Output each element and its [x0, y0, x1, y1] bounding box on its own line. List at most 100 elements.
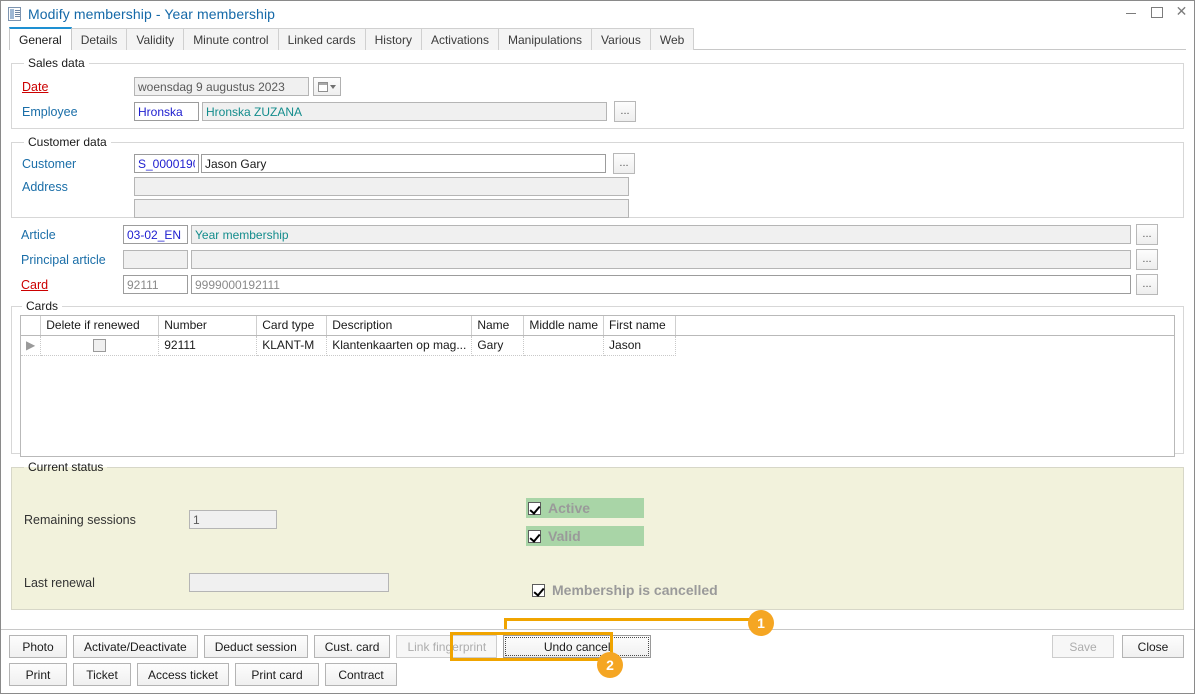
cell-card-type: KLANT-M	[257, 335, 327, 355]
col-filler	[676, 316, 1174, 335]
document-icon	[8, 7, 21, 21]
principal-code-input[interactable]	[123, 250, 188, 269]
principal-browse-button[interactable]: ...	[1136, 249, 1158, 270]
deduct-session-button[interactable]: Deduct session	[204, 635, 308, 658]
contract-button[interactable]: Contract	[325, 663, 397, 686]
card-browse-button[interactable]: ...	[1136, 274, 1158, 295]
sales-data-legend: Sales data	[24, 56, 89, 70]
print-card-button[interactable]: Print card	[235, 663, 319, 686]
employee-label[interactable]: Employee	[22, 105, 134, 119]
last-renewal-input[interactable]	[189, 573, 389, 592]
tab-manipulations[interactable]: Manipulations	[498, 28, 592, 50]
current-status-group: Current status Remaining sessions Last r…	[11, 460, 1184, 610]
tab-validity[interactable]: Validity	[126, 28, 184, 50]
valid-label: Valid	[548, 528, 581, 544]
cards-grid[interactable]: Delete if renewed Number Card type Descr…	[20, 315, 1175, 457]
col-delete-if-renewed[interactable]: Delete if renewed	[41, 316, 159, 335]
col-number[interactable]: Number	[159, 316, 257, 335]
col-first-name[interactable]: First name	[604, 316, 676, 335]
col-description[interactable]: Description	[327, 316, 472, 335]
tab-label: Details	[81, 33, 118, 47]
tab-label: Manipulations	[508, 33, 582, 47]
employee-name-input[interactable]	[202, 102, 607, 121]
close-button[interactable]: Close	[1122, 635, 1184, 658]
date-input[interactable]	[134, 77, 309, 96]
tab-bar: General Details Validity Minute control …	[1, 27, 1194, 50]
cell-delete-if-renewed[interactable]	[41, 335, 159, 355]
valid-checkbox[interactable]	[528, 530, 541, 543]
customer-browse-button[interactable]: ...	[613, 153, 635, 174]
date-picker-button[interactable]	[313, 77, 341, 96]
col-middle-name[interactable]: Middle name	[524, 316, 604, 335]
tab-label: Minute control	[193, 33, 268, 47]
table-header-row: Delete if renewed Number Card type Descr…	[21, 316, 1174, 335]
card-code-input[interactable]	[123, 275, 188, 294]
membership-is-cancelled-flag[interactable]: Membership is cancelled	[526, 578, 774, 602]
tab-activations[interactable]: Activations	[421, 28, 499, 50]
close-icon[interactable]: ✕	[1175, 5, 1188, 18]
valid-flag[interactable]: Valid	[526, 526, 644, 546]
active-flag[interactable]: Active	[526, 498, 644, 518]
date-label[interactable]: Date	[22, 80, 134, 94]
article-code-input[interactable]	[123, 225, 188, 244]
customer-label[interactable]: Customer	[22, 157, 134, 171]
cards-legend: Cards	[22, 299, 62, 313]
access-ticket-button[interactable]: Access ticket	[137, 663, 229, 686]
cust-card-button[interactable]: Cust. card	[314, 635, 391, 658]
delete-if-renewed-checkbox[interactable]	[93, 339, 106, 352]
card-number-input[interactable]	[191, 275, 1131, 294]
minimize-icon[interactable]	[1125, 5, 1138, 18]
tab-minute-control[interactable]: Minute control	[183, 28, 278, 50]
maximize-icon[interactable]	[1150, 5, 1163, 18]
employee-code-input[interactable]	[134, 102, 199, 121]
photo-button[interactable]: Photo	[9, 635, 67, 658]
window-controls: ✕	[1125, 5, 1188, 18]
save-button: Save	[1052, 635, 1114, 658]
footer-right-buttons: Save Close	[1044, 635, 1184, 658]
tab-various[interactable]: Various	[591, 28, 651, 50]
activate-deactivate-button[interactable]: Activate/Deactivate	[73, 635, 198, 658]
cell-middle-name	[524, 335, 604, 355]
active-checkbox[interactable]	[528, 502, 541, 515]
col-name[interactable]: Name	[472, 316, 524, 335]
print-button[interactable]: Print	[9, 663, 67, 686]
tab-web[interactable]: Web	[650, 28, 694, 50]
sales-data-group: Sales data Date Employee ...	[11, 56, 1184, 129]
undo-cancel-button[interactable]: Undo cancel	[503, 635, 651, 658]
row-indicator-icon: ▶	[21, 335, 41, 355]
article-name-input[interactable]	[191, 225, 1131, 244]
membership-is-cancelled-checkbox[interactable]	[532, 584, 545, 597]
principal-name-input[interactable]	[191, 250, 1131, 269]
tab-general[interactable]: General	[9, 27, 72, 50]
tab-details[interactable]: Details	[71, 28, 128, 50]
footer-toolbar: Photo Activate/Deactivate Deduct session…	[1, 629, 1194, 693]
cell-filler	[676, 335, 1174, 355]
customer-code-input[interactable]	[134, 154, 199, 173]
status-flags: Active Valid	[526, 498, 644, 546]
employee-browse-button[interactable]: ...	[614, 101, 636, 122]
address-label: Address	[22, 180, 134, 194]
table-row[interactable]: ▶ 92111 KLANT-M Klantenkaarten op mag...…	[21, 335, 1174, 355]
current-status-left: Remaining sessions Last renewal	[24, 510, 424, 598]
principal-article-label[interactable]: Principal article	[21, 253, 123, 267]
ticket-button[interactable]: Ticket	[73, 663, 131, 686]
remaining-sessions-input[interactable]	[189, 510, 277, 529]
tab-label: History	[375, 33, 412, 47]
footer-row-1: Photo Activate/Deactivate Deduct session…	[9, 635, 1186, 658]
article-label[interactable]: Article	[21, 228, 123, 242]
customer-name-input[interactable]	[201, 154, 606, 173]
cell-name: Gary	[472, 335, 524, 355]
card-label[interactable]: Card	[21, 278, 123, 292]
col-indicator	[21, 316, 41, 335]
tab-history[interactable]: History	[365, 28, 422, 50]
cell-description: Klantenkaarten op mag...	[327, 335, 472, 355]
tab-label: Activations	[431, 33, 489, 47]
address-line1-input[interactable]	[134, 177, 629, 196]
article-browse-button[interactable]: ...	[1136, 224, 1158, 245]
address-line2-input[interactable]	[134, 199, 629, 218]
col-card-type[interactable]: Card type	[257, 316, 327, 335]
active-label: Active	[548, 500, 590, 516]
tab-label: Web	[660, 33, 684, 47]
tab-linked-cards[interactable]: Linked cards	[278, 28, 366, 50]
remaining-sessions-label: Remaining sessions	[24, 513, 189, 527]
